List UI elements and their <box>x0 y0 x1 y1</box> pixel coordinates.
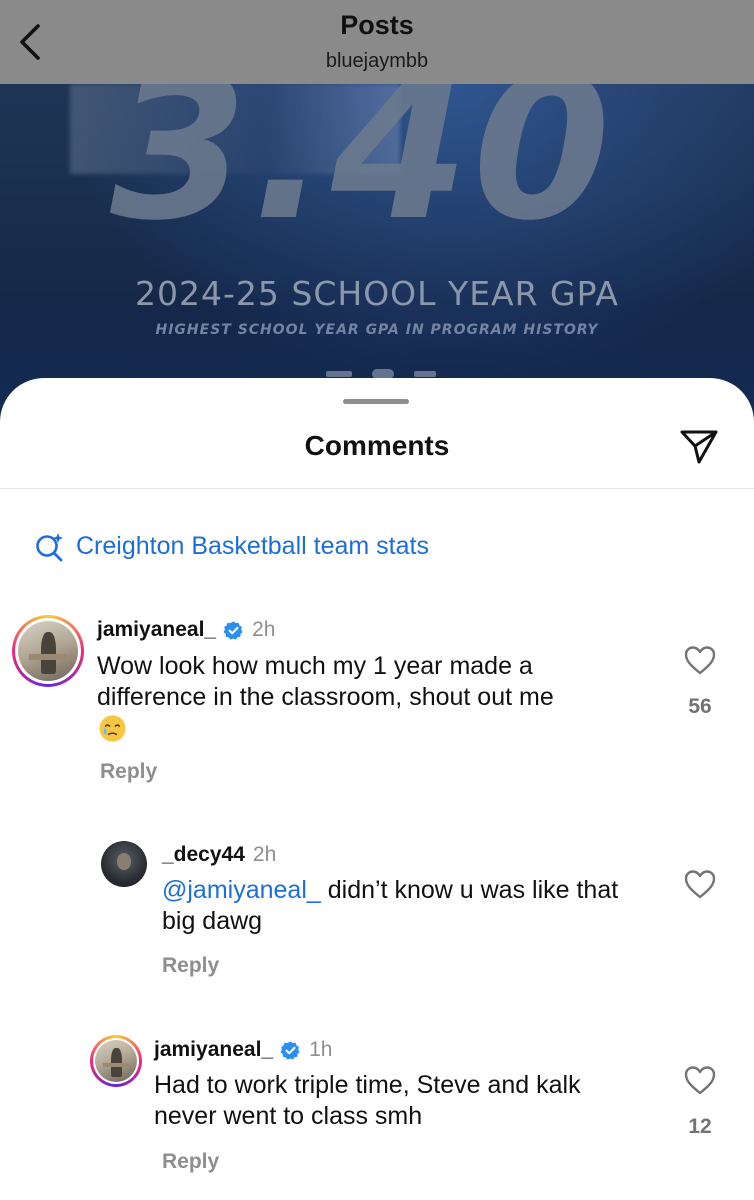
comment-text: @jamiyaneal_ didn’t know u was like that… <box>162 875 632 937</box>
sheet-title: Comments <box>304 430 450 461</box>
post-headline: 2024-25 SCHOOL YEAR GPA <box>135 274 619 313</box>
like-count: 56 <box>688 695 712 718</box>
comment-username[interactable]: jamiyaneal_ <box>97 618 216 642</box>
page-title: Posts <box>340 10 414 40</box>
heart-outline-icon <box>684 870 716 899</box>
like-button[interactable] <box>678 644 722 681</box>
avatar[interactable] <box>101 841 147 887</box>
face-holding-back-tears-emoji <box>97 713 128 744</box>
comment-text: Had to work triple time, Steve and kalk … <box>154 1071 581 1130</box>
verified-badge-icon <box>223 620 244 641</box>
search-suggestion-link[interactable]: Creighton Basketball team stats <box>34 528 429 564</box>
comment-text: Wow look how much my 1 year made a diffe… <box>97 651 637 744</box>
comments-sheet: Comments Creighton Basketball team stats… <box>0 378 754 1200</box>
sparkle-search-icon <box>36 533 63 562</box>
reply-button[interactable]: Reply <box>100 760 157 784</box>
avatar[interactable] <box>90 1035 142 1087</box>
verified-badge-icon <box>280 1040 301 1061</box>
page-subtitle-username[interactable]: bluejaymbb <box>0 50 754 73</box>
comment-username[interactable]: _decy44 <box>162 843 245 867</box>
share-button[interactable] <box>676 424 722 470</box>
reply-button[interactable]: Reply <box>162 1150 219 1174</box>
comment-mention-link[interactable]: @jamiyaneal_ <box>162 876 321 904</box>
sheet-grabber-handle[interactable] <box>343 399 409 404</box>
heart-outline-icon <box>684 646 716 675</box>
comment-timestamp: 1h <box>309 1038 333 1061</box>
sheet-divider <box>0 488 754 489</box>
comment-timestamp: 2h <box>252 618 276 641</box>
comment-timestamp: 2h <box>252 843 277 866</box>
comment-username[interactable]: jamiyaneal_ <box>154 1038 273 1062</box>
post-subline: HIGHEST SCHOOL YEAR GPA IN PROGRAM HISTO… <box>155 322 599 338</box>
like-count: 12 <box>688 1115 712 1138</box>
avatar[interactable] <box>12 615 84 687</box>
like-button[interactable] <box>678 1064 722 1101</box>
heart-outline-icon <box>684 1066 716 1095</box>
search-suggestion-label: Creighton Basketball team stats <box>76 531 429 560</box>
comment-text-body: Wow look how much my 1 year made a diffe… <box>97 652 554 711</box>
reply-button[interactable]: Reply <box>162 954 219 978</box>
like-button[interactable] <box>678 868 722 905</box>
top-header: Posts bluejaymbb <box>0 0 754 84</box>
paper-plane-icon <box>680 430 718 464</box>
